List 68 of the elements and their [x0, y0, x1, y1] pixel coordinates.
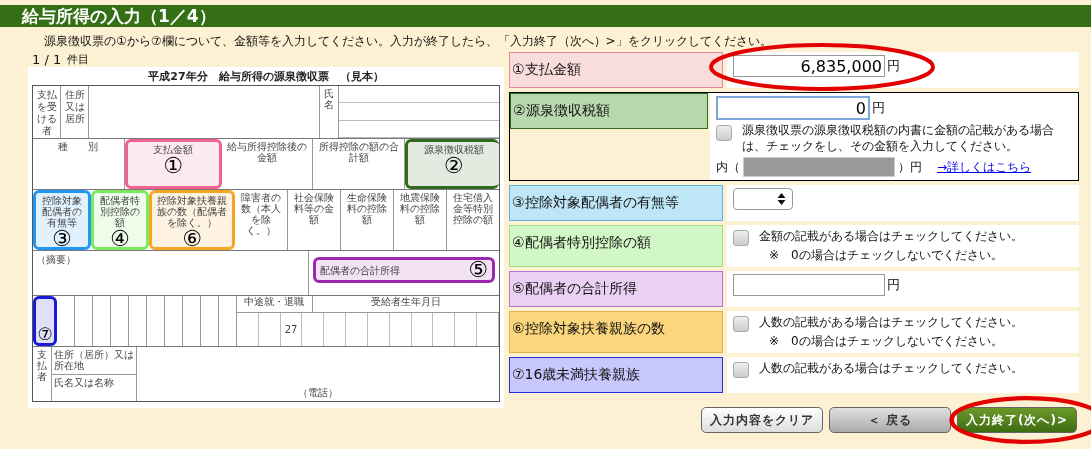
form-label: 控除対象扶養親族の数（配偶者を除く。） [156, 195, 229, 228]
form-label: 控除対象配偶者の有無等 [40, 195, 83, 228]
form-label: 支払金額 [153, 144, 194, 155]
form-label: （電話） [298, 387, 338, 398]
field-label: ⑤配偶者の合計所得 [509, 271, 723, 308]
form-label: 住所又は居所 [61, 86, 89, 138]
next-button[interactable]: 入力終了(次へ)> [956, 407, 1077, 434]
checkbox-label: 人数の記載がある場合はチェックしてください。 [759, 314, 1023, 332]
checkbox-label: 人数の記載がある場合はチェックしてください。 [759, 360, 1023, 378]
form-label: 種 別 [58, 141, 99, 152]
form-label: 氏名又は名称 [53, 375, 115, 390]
form-label: 住所（居所）又は所在地 [52, 347, 136, 375]
year-value: 27 [280, 313, 303, 346]
form-label: 地震保険料の控除額 [399, 192, 442, 225]
section-marker: ④ [110, 228, 130, 250]
section-marker: ⑦ [37, 326, 53, 343]
amount-input[interactable]: 6,835,000 [733, 55, 885, 77]
unit-label: 円 [872, 99, 885, 117]
counter-unit: 件目 [67, 52, 90, 67]
form-label: 給与所得控除後の金額 [226, 141, 308, 163]
checkbox[interactable] [733, 230, 749, 247]
form-label: 所得控除の額の合計額 [317, 141, 400, 163]
form-label: 中途就・退職 [237, 296, 313, 312]
form-label: 受給者生年月日 [369, 296, 442, 309]
form-label: 氏名 [320, 86, 339, 138]
section-marker: ① [163, 155, 184, 177]
form-label: 障害者の数（本人を除く。） [240, 192, 283, 236]
form-label: 社会保険料等の金額 [293, 192, 336, 225]
unit-label: 円 [887, 276, 900, 295]
back-button[interactable]: ＜ 戻る [828, 407, 951, 434]
field-label: ⑦16歳未満扶養親族 [509, 357, 723, 394]
field-label: ③控除対象配偶者の有無等 [509, 185, 723, 222]
section-marker: ⑤ [468, 259, 488, 281]
field-label: ①支払金額 [509, 52, 723, 88]
note-text: ※ 0の場合はチェックしないでください。 [768, 247, 1004, 265]
form-label: 配偶者の合計所得 [320, 264, 400, 276]
amount-input[interactable]: 0 [716, 96, 870, 120]
field-label: ④配偶者特別控除の額 [509, 225, 723, 268]
form-label: 支払を受ける者 [33, 86, 61, 138]
breakdown-prefix: 内（ [716, 158, 740, 176]
clear-button[interactable]: 入力内容をクリア [700, 407, 823, 434]
spouse-select[interactable] [733, 188, 793, 211]
form-label: 配偶者特別控除の額 [98, 195, 141, 228]
unit-label: 円 [887, 57, 900, 75]
field-label: ⑥控除対象扶養親族の数 [509, 311, 723, 354]
section-marker: ② [443, 155, 464, 177]
section-marker: ③ [52, 228, 72, 250]
breakdown-suffix: ）円 [898, 158, 922, 176]
form-label: 支払者 [33, 347, 52, 401]
checkbox[interactable] [733, 362, 749, 379]
page-title: 給与所得の入力（1／4） [22, 4, 216, 28]
checkbox[interactable] [733, 316, 749, 333]
form-label: 住宅借入金等特別控除の額 [452, 192, 495, 225]
updown-icon [777, 192, 786, 207]
field-label: ②源泉徴収税額 [510, 93, 708, 129]
form-label: 生命保険料の控除額 [346, 192, 389, 225]
details-link[interactable]: →詳しくはこちら [937, 158, 1032, 176]
amount-input[interactable] [733, 274, 885, 297]
page-counter: 1 / 1 [32, 52, 62, 67]
form-label: 源泉徴収税額 [423, 144, 484, 155]
form-label: （摘要） [36, 254, 76, 265]
note-text: ※ 0の場合はチェックしないでください。 [768, 333, 1004, 351]
checkbox[interactable] [716, 125, 732, 141]
instruction-text: 源泉徴収票の①から⑦欄について、金額等を入力してください。入力が終了したら、「入力終了（次へ）>」をクリックしてください。 [43, 33, 773, 50]
checkbox-label: 金額の記載がある場合はチェックしてください。 [759, 228, 1023, 246]
slip-title: 平成27年分 給与所得の源泉徴収票 （見本） [147, 69, 385, 85]
checkbox-label: 源泉徴収票の源泉徴収税額の内書に金額の記載がある場合は、チェックをし、その金額を入力してください。 [742, 123, 1055, 155]
section-marker: ⑥ [182, 228, 202, 250]
